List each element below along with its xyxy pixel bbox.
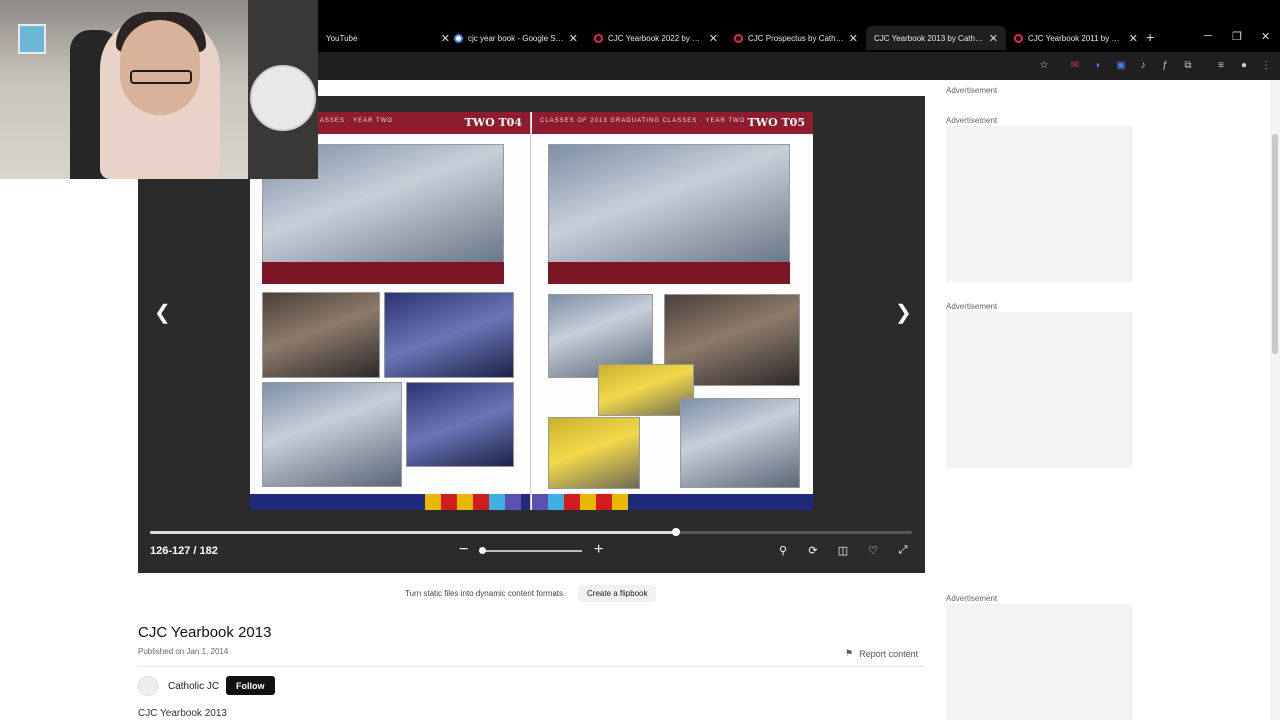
tab-yearbook-2013[interactable]: CJC Yearbook 2013 by Catholic JC ✕ [866,26,1006,50]
published-date: Published on Jan 1, 2014 [138,647,229,656]
divider [138,666,925,667]
class-candid-photo [406,382,514,467]
tab-title: cjc year book - Google Search [468,33,565,43]
issuu-icon [734,33,743,43]
yearbook-page-right: CLASSES OF 2013 GRADUATING CLASSES · YEA… [532,112,813,510]
next-page-arrow[interactable]: ❯ [895,300,912,325]
tab-title: CJC Yearbook 2013 by Catholic JC [874,33,985,43]
tab-prospectus[interactable]: CJC Prospectus by Catholic JC ✕ [726,26,866,50]
class-label: TWO T04 [464,116,522,129]
issuu-icon [594,33,603,43]
speaker-icon[interactable]: ♪ [1136,58,1150,72]
class-candid-photo [384,292,514,378]
new-tab-button[interactable]: + [1146,29,1154,45]
extension-icon[interactable]: ▣ [1114,58,1128,72]
follow-button[interactable]: Follow [226,676,275,695]
extension-icon[interactable]: ƒ [1158,58,1172,72]
progress-fill [150,531,676,534]
previous-page-arrow[interactable]: ❮ [154,300,171,325]
page-indicator: 126-127 / 182 [150,545,218,557]
zoom-slider[interactable] [482,550,582,552]
tab-google-search[interactable]: cjc year book - Google Search ✕ [446,26,586,50]
close-icon[interactable]: ✕ [709,32,718,45]
report-content-label: Report content [859,648,919,659]
layout-icon[interactable]: ◫ [836,543,850,557]
ad-label: Advertisement [946,594,998,603]
document-description: CJC Yearbook 2013 [138,708,227,719]
glasses [130,70,192,84]
tab-title: YouTube [326,33,358,43]
ad-slot[interactable] [946,126,1133,282]
bookmark-star-icon[interactable]: ☆ [1037,58,1051,72]
promo-text: Turn static files into dynamic content f… [405,589,566,598]
photo-caption [548,262,790,284]
puzzle-icon[interactable]: ⧉ [1181,58,1195,72]
ad-label: Advertisement [946,86,998,95]
close-icon[interactable]: ✕ [569,32,578,45]
streamer-face [120,20,200,115]
desk-fan [250,65,316,131]
window-close-icon[interactable]: ✕ [1261,30,1270,43]
ad-slot[interactable] [946,312,1133,468]
create-flipbook-button[interactable]: Create a flipbook [578,585,657,602]
close-icon[interactable]: ✕ [989,32,998,45]
google-icon [454,33,463,43]
document-title: CJC Yearbook 2013 [138,624,272,641]
class-label: TWO T05 [747,116,805,129]
tab-yearbook-2022[interactable]: CJC Yearbook 2022 by Catholic JC ✕ [586,26,726,50]
flag-icon: ⚑ [845,648,854,658]
gmail-extension-icon[interactable]: ✉ [1068,58,1082,72]
fullscreen-icon[interactable]: ⤢ [896,543,910,557]
profile-avatar-icon[interactable]: ● [1237,58,1251,72]
ad-label: Advertisement [946,116,998,125]
wall-poster [18,24,46,54]
issuu-icon [1014,33,1023,43]
menu-kebab-icon[interactable]: ⋮ [1259,58,1273,72]
search-icon[interactable]: ⚲ [776,543,790,557]
tab-title: CJC Prospectus by Catholic JC [748,33,845,43]
tab-youtube[interactable]: YouTube ✕ [318,26,458,50]
class-candid-photo [680,398,800,488]
ad-label: Advertisement [946,302,998,311]
zoom-in-button[interactable]: + [594,541,603,559]
zoom-out-button[interactable]: − [459,541,468,559]
color-stripe [250,494,530,510]
page-progress-slider[interactable] [150,528,912,536]
tab-yearbook-2011[interactable]: CJC Yearbook 2011 by Catholic JC ✕ [1006,26,1146,50]
scrollbar-thumb[interactable] [1272,134,1278,354]
media-icon[interactable]: ≡ [1214,58,1228,72]
color-stripe [532,494,813,510]
publisher-avatar[interactable] [138,676,158,696]
minimize-icon[interactable]: ─ [1204,30,1212,42]
tab-title: CJC Yearbook 2022 by Catholic JC [608,33,705,43]
progress-knob[interactable] [671,528,680,536]
restore-icon[interactable]: ❐ [1232,30,1242,43]
tab-title: CJC Yearbook 2011 by Catholic JC [1028,33,1125,43]
close-icon[interactable]: ✕ [849,32,858,45]
yearbook-spread: GRADUATING CLASSES · YEAR TWO TWO T04 CL… [250,112,813,510]
page-header-subtitle: CLASSES OF 2013 GRADUATING CLASSES · YEA… [540,118,746,124]
publisher-name[interactable]: Catholic JC [168,681,219,692]
heart-icon[interactable]: ♡ [866,543,880,557]
class-candid-photo [262,292,380,378]
class-candid-photo [548,417,640,489]
page-header: CLASSES OF 2013 GRADUATING CLASSES · YEA… [532,112,813,134]
ad-slot[interactable] [946,604,1133,720]
class-candid-photo [262,382,402,487]
share-icon[interactable]: ⟳ [806,543,820,557]
zoom-knob[interactable] [479,547,486,554]
photo-caption [262,262,504,284]
report-content-link[interactable]: ⚑ Report content [845,648,918,659]
extension-icon[interactable]: ◗ [1091,58,1105,72]
close-icon[interactable]: ✕ [1129,32,1138,45]
webcam-overlay [0,0,318,179]
